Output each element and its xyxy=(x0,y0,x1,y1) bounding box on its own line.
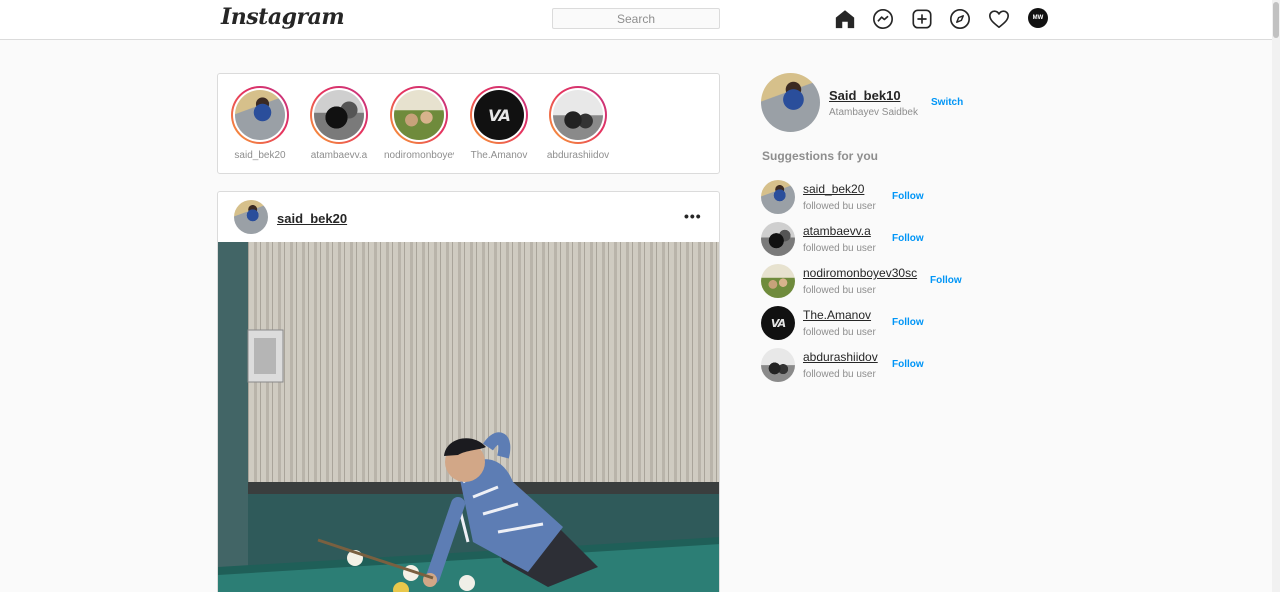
suggestion-avatar[interactable]: VA xyxy=(761,306,795,340)
post-author-username[interactable]: said_bek20 xyxy=(277,211,347,226)
suggestion-avatar[interactable] xyxy=(761,348,795,382)
story-avatar: VA xyxy=(474,90,524,140)
story-username: The.Amanov xyxy=(470,150,528,161)
activity-heart-icon[interactable] xyxy=(988,8,1010,30)
suggestion-row: atambaevv.a followed bu user Follow xyxy=(761,222,981,258)
follow-button[interactable]: Follow xyxy=(892,317,924,328)
post-header: said_bek20 ••• xyxy=(218,192,719,242)
feed-post: said_bek20 ••• xyxy=(217,191,720,592)
scrollbar-thumb[interactable] xyxy=(1273,2,1279,38)
suggestion-avatar[interactable] xyxy=(761,180,795,214)
current-user-username[interactable]: Said_bek10 xyxy=(829,88,901,103)
suggestion-subtitle: followed bu user xyxy=(803,369,876,380)
suggestion-avatar[interactable] xyxy=(761,222,795,256)
messenger-icon[interactable] xyxy=(872,8,894,30)
story-ring xyxy=(310,86,368,144)
story-avatar xyxy=(394,90,444,140)
story-item[interactable]: nodiromonboyev30sc xyxy=(384,86,454,161)
follow-button[interactable]: Follow xyxy=(892,359,924,370)
explore-icon[interactable] xyxy=(949,8,971,30)
suggestion-row: said_bek20 followed bu user Follow xyxy=(761,180,981,216)
suggestion-avatar[interactable] xyxy=(761,264,795,298)
home-icon[interactable] xyxy=(834,8,856,30)
suggestion-subtitle: followed bu user xyxy=(803,201,876,212)
story-item[interactable]: atambaevv.a xyxy=(304,86,374,161)
suggestion-row: abdurashiidov followed bu user Follow xyxy=(761,348,981,384)
story-username: abdurashiidov xyxy=(546,150,610,161)
suggestion-username[interactable]: The.Amanov xyxy=(803,308,871,322)
stories-tray: said_bek20 atambaevv.a nodiromonboyev30s… xyxy=(217,73,720,174)
post-photo[interactable] xyxy=(218,242,719,592)
suggestion-username[interactable]: atambaevv.a xyxy=(803,224,871,238)
story-avatar xyxy=(235,90,285,140)
suggestion-subtitle: followed bu user xyxy=(803,285,876,296)
instagram-logo[interactable]: Instagram xyxy=(221,4,345,30)
follow-button[interactable]: Follow xyxy=(930,275,962,286)
va-brand-mark: VA xyxy=(770,316,786,330)
story-item[interactable]: abdurashiidov xyxy=(543,86,613,161)
switch-account-button[interactable]: Switch xyxy=(931,97,963,108)
search-input[interactable] xyxy=(552,8,720,29)
suggestion-subtitle: followed bu user xyxy=(803,327,876,338)
story-ring xyxy=(390,86,448,144)
billiards-photo xyxy=(218,242,719,592)
profile-avatar-button[interactable]: MW xyxy=(1028,8,1048,28)
story-item[interactable]: VA The.Amanov xyxy=(464,86,534,161)
follow-button[interactable]: Follow xyxy=(892,233,924,244)
va-brand-mark: VA xyxy=(488,105,511,125)
new-post-icon[interactable] xyxy=(911,8,933,30)
suggestion-row: nodiromonboyev30sc followed bu user Foll… xyxy=(761,264,981,300)
story-avatar xyxy=(314,90,364,140)
more-options-icon[interactable]: ••• xyxy=(684,208,702,224)
story-ring xyxy=(549,86,607,144)
follow-button[interactable]: Follow xyxy=(892,191,924,202)
story-ring: VA xyxy=(470,86,528,144)
top-navigation-bar: Instagram MW xyxy=(0,0,1272,40)
story-username: said_bek20 xyxy=(234,150,286,161)
story-avatar xyxy=(553,90,603,140)
current-user-full-name: Atambayev Saidbek xyxy=(829,107,918,118)
suggestion-username[interactable]: said_bek20 xyxy=(803,182,864,196)
story-item[interactable]: said_bek20 xyxy=(225,86,295,161)
suggestion-subtitle: followed bu user xyxy=(803,243,876,254)
page-scrollbar[interactable] xyxy=(1272,0,1280,592)
suggestion-username[interactable]: nodiromonboyev30sc xyxy=(803,266,917,280)
story-username: nodiromonboyev30sc xyxy=(384,150,454,161)
post-author-avatar[interactable] xyxy=(234,200,268,234)
story-ring xyxy=(231,86,289,144)
suggestion-row: VA The.Amanov followed bu user Follow xyxy=(761,306,981,342)
current-user-avatar[interactable] xyxy=(761,73,820,132)
story-username: atambaevv.a xyxy=(310,150,368,161)
suggestion-username[interactable]: abdurashiidov xyxy=(803,350,878,364)
suggestions-heading: Suggestions for you xyxy=(762,149,879,163)
